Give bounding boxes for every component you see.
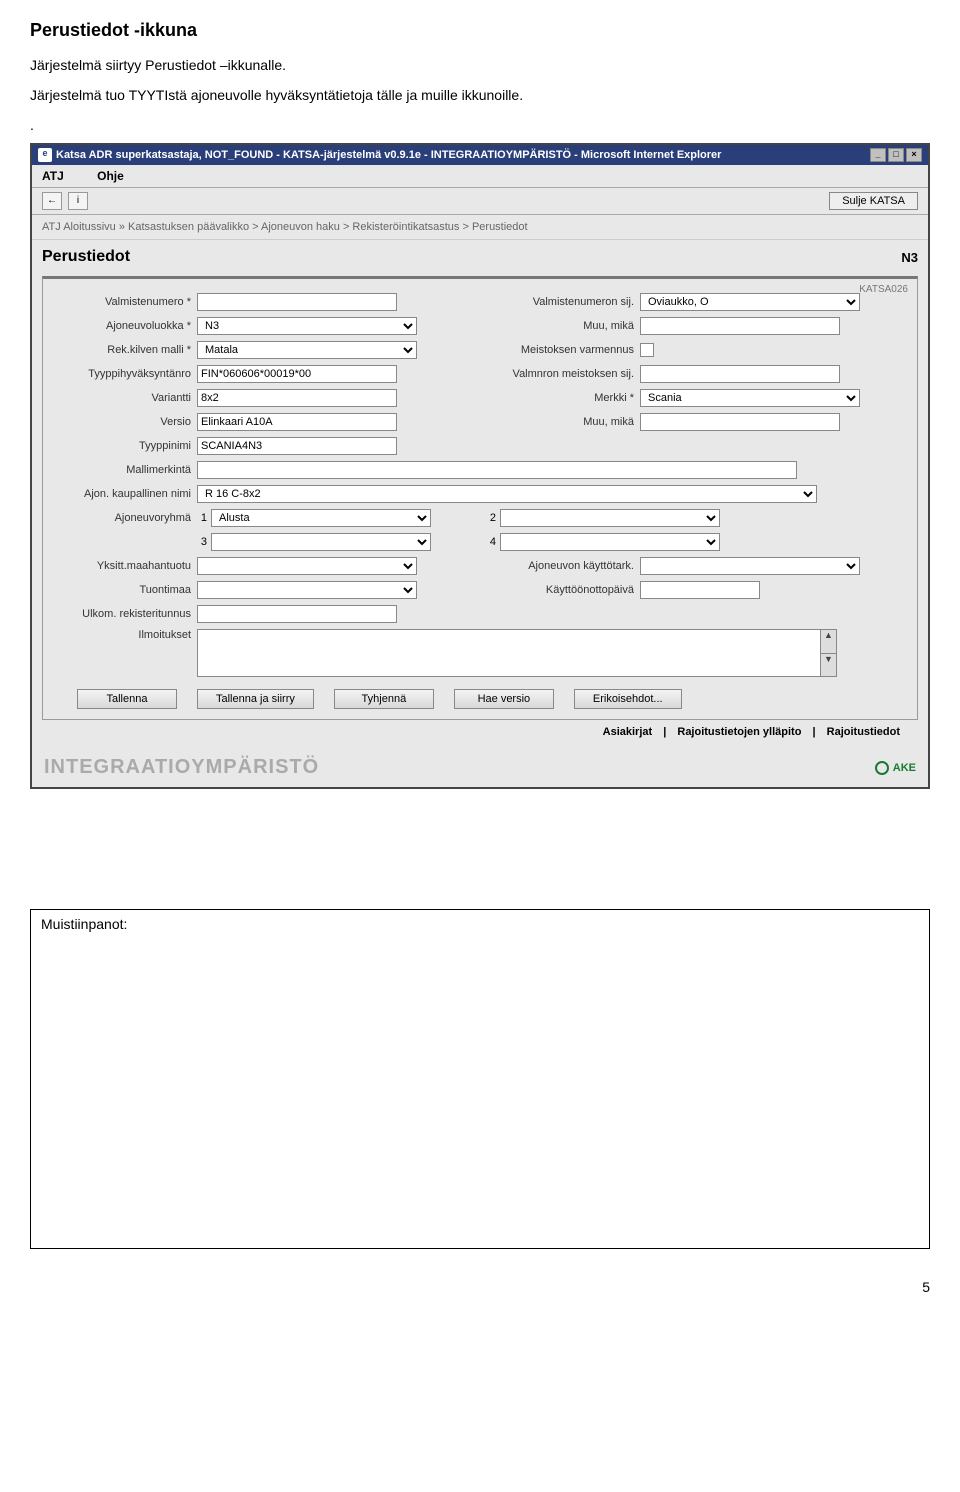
button-row: Tallenna Tallenna ja siirry Tyhjennä Hae… — [57, 689, 903, 709]
link-bar: Asiakirjat | Rajoitustietojen ylläpito |… — [42, 720, 918, 742]
label-tyyppihyvaksyntanro: Tyyppihyväksyntänro — [57, 368, 197, 380]
label-ilmoitukset: Ilmoitukset — [57, 629, 197, 641]
ajoneuvoryhma-1-select[interactable]: Alusta — [211, 509, 431, 527]
app-menu: ATJ Ohje — [32, 165, 928, 188]
ajon-kaup-nimi-select[interactable]: R 16 C-8x2 — [197, 485, 817, 503]
merkki-select[interactable]: Scania — [640, 389, 860, 407]
ake-circle-icon — [875, 761, 889, 775]
back-icon[interactable]: ← — [42, 192, 62, 210]
form-area: KATSA026 Valmistenumero * Valmistenumero… — [32, 270, 928, 752]
tallenna-ja-siirry-button[interactable]: Tallenna ja siirry — [197, 689, 314, 709]
label-tyyppinimi: Tyyppinimi — [57, 440, 197, 452]
tuontimaa-select[interactable] — [197, 581, 417, 599]
ajoneuvoryhma-4-select[interactable] — [500, 533, 720, 551]
link-sep: | — [813, 726, 816, 738]
valmnron-meist-sij-input[interactable] — [640, 365, 840, 383]
versio-input[interactable] — [197, 413, 397, 431]
dot-line: . — [30, 117, 930, 133]
section-header: Perustiedot N3 — [32, 240, 928, 270]
notes-label: Muistiinpanot: — [41, 916, 127, 932]
valmistenumeron-sij-select[interactable]: Oviaukko, O — [640, 293, 860, 311]
page-class: N3 — [901, 250, 918, 265]
hae-versio-button[interactable]: Hae versio — [454, 689, 554, 709]
variantti-input[interactable] — [197, 389, 397, 407]
notes-box: Muistiinpanot: — [30, 909, 930, 1249]
label-muu-mika-l: Muu, mikä — [480, 320, 640, 332]
intro-line-1: Järjestelmä siirtyy Perustiedot –ikkunal… — [30, 57, 930, 73]
label-valmnron-meist-sij: Valmnron meistoksen sij. — [480, 368, 640, 380]
ake-text: AKE — [893, 762, 916, 774]
label-merkki: Merkki * — [480, 392, 640, 404]
link-asiakirjat[interactable]: Asiakirjat — [603, 726, 653, 738]
label-meistoksen-varmennus: Meistoksen varmennus — [480, 344, 640, 356]
ajoneuvoryhma-3-select[interactable] — [211, 533, 431, 551]
ilmoitukset-text[interactable] — [198, 630, 820, 676]
tallenna-button[interactable]: Tallenna — [77, 689, 177, 709]
ilmoitukset-box[interactable]: ▲ ▼ — [197, 629, 837, 677]
ajoneuvoryhma-2-select[interactable] — [500, 509, 720, 527]
info-icon[interactable]: i — [68, 192, 88, 210]
muu-mika-r-input[interactable] — [640, 413, 840, 431]
num-4: 4 — [480, 536, 500, 548]
yksitt-maahantuotu-select[interactable] — [197, 557, 417, 575]
num-2: 2 — [480, 512, 500, 524]
label-rekkilven-malli: Rek.kilven malli * — [57, 344, 197, 356]
scroll-down-icon[interactable]: ▼ — [820, 653, 836, 677]
label-ulkom-rekisteritunnus: Ulkom. rekisteritunnus — [57, 608, 197, 620]
katsa-code: KATSA026 — [859, 284, 908, 295]
num-3: 3 — [197, 536, 211, 548]
intro-line-2: Järjestelmä tuo TYYTIstä ajoneuvolle hyv… — [30, 87, 930, 103]
label-yksitt-maahantuotu: Yksitt.maahantuotu — [57, 560, 197, 572]
doc-heading: Perustiedot -ikkuna — [30, 20, 930, 41]
env-label: INTEGRAATIOYMPÄRISTÖ — [44, 756, 319, 779]
rekkilven-malli-select[interactable]: Matala — [197, 341, 417, 359]
label-tuontimaa: Tuontimaa — [57, 584, 197, 596]
valmistenumero-input[interactable] — [197, 293, 397, 311]
muu-mika-l-input[interactable] — [640, 317, 840, 335]
tyyppihyvaksyntanro-input[interactable] — [197, 365, 397, 383]
footer-bar: INTEGRAATIOYMPÄRISTÖ AKE — [32, 752, 928, 787]
erikoisehdot-button[interactable]: Erikoisehdot... — [574, 689, 682, 709]
toolbar: ← i Sulje KATSA — [32, 188, 928, 215]
label-ajoneuvon-kayttotark: Ajoneuvon käyttötark. — [480, 560, 640, 572]
label-mallimerkinta: Mallimerkintä — [57, 464, 197, 476]
page-number: 5 — [30, 1279, 930, 1295]
sulje-katsa-button[interactable]: Sulje KATSA — [829, 192, 918, 210]
link-rajoitustiedot[interactable]: Rajoitustiedot — [827, 726, 900, 738]
minimize-button[interactable]: _ — [870, 148, 886, 162]
ie-icon: e — [38, 148, 52, 162]
ake-logo: AKE — [875, 761, 916, 775]
maximize-button[interactable]: □ — [888, 148, 904, 162]
tyyppinimi-input[interactable] — [197, 437, 397, 455]
ulkom-rekisteritunnus-input[interactable] — [197, 605, 397, 623]
link-sep: | — [663, 726, 666, 738]
label-ajoneuvoryhma: Ajoneuvoryhmä — [57, 512, 197, 524]
close-button[interactable]: × — [906, 148, 922, 162]
kayttoonottopaiva-input[interactable] — [640, 581, 760, 599]
num-1: 1 — [197, 512, 211, 524]
window-title: Katsa ADR superkatsastaja, NOT_FOUND - K… — [56, 149, 721, 161]
label-ajoneuvoluokka: Ajoneuvoluokka * — [57, 320, 197, 332]
titlebar: e Katsa ADR superkatsastaja, NOT_FOUND -… — [32, 145, 928, 165]
label-valmistenumeron-sij: Valmistenumeron sij. — [480, 296, 640, 308]
label-variantti: Variantti — [57, 392, 197, 404]
meistoksen-varmennus-checkbox[interactable] — [640, 343, 654, 357]
browser-window: e Katsa ADR superkatsastaja, NOT_FOUND -… — [30, 143, 930, 789]
form-box: Valmistenumero * Valmistenumeron sij. Ov… — [42, 276, 918, 720]
scroll-up-icon[interactable]: ▲ — [820, 630, 836, 653]
breadcrumb: ATJ Aloitussivu » Katsastuksen päävalikk… — [32, 215, 928, 240]
label-versio: Versio — [57, 416, 197, 428]
ajoneuvon-kayttotark-select[interactable] — [640, 557, 860, 575]
label-kayttoonottopaiva: Käyttöönottopäivä — [480, 584, 640, 596]
page-title: Perustiedot — [42, 248, 130, 266]
menu-atj[interactable]: ATJ — [42, 169, 64, 183]
label-valmistenumero: Valmistenumero * — [57, 296, 197, 308]
label-muu-mika-r: Muu, mikä — [480, 416, 640, 428]
link-rajoitustietojen-yllapito[interactable]: Rajoitustietojen ylläpito — [677, 726, 801, 738]
label-ajon-kaup-nimi: Ajon. kaupallinen nimi — [57, 488, 197, 500]
ajoneuvoluokka-select[interactable]: N3 — [197, 317, 417, 335]
mallimerkinta-input[interactable] — [197, 461, 797, 479]
menu-ohje[interactable]: Ohje — [97, 169, 124, 183]
tyhjenna-button[interactable]: Tyhjennä — [334, 689, 434, 709]
